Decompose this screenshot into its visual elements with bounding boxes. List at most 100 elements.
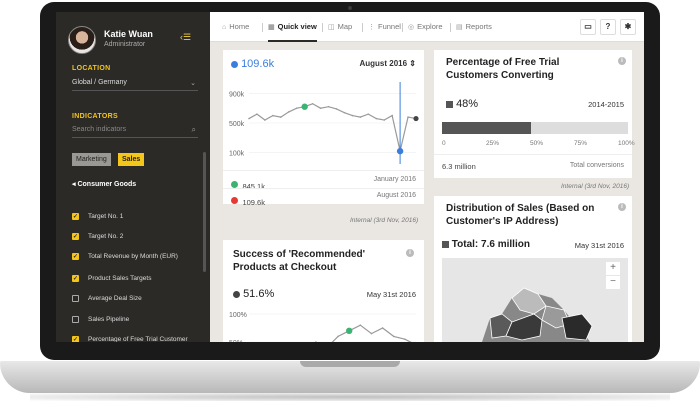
grid-icon: ▦ [268,24,275,31]
nav-label: Home [229,22,250,31]
date-select[interactable]: August 2016 ⇕ [359,59,416,68]
line-value-text: 109.6k [241,58,275,70]
indicator-label: Product Sales Targets [88,275,152,282]
data-point [335,108,338,110]
nav-separator [362,23,363,32]
info-icon[interactable]: i [618,203,626,211]
series-square [446,100,453,108]
nav-quick-view[interactable]: ▦ Quick view [268,12,317,42]
progress-tick-label: 50% [530,140,544,147]
nav-label: Reports [465,22,492,31]
search-input[interactable]: Search indicators ⌕ [72,125,198,138]
zoom-in-button[interactable]: + [606,262,620,275]
home-icon: ⌂ [222,24,227,31]
data-point [381,327,384,329]
nav-label: Map [337,22,353,31]
chevron-down-icon: ⌄ [190,80,196,87]
series-dot [231,60,238,68]
sales-total: Total: 7.6 million [442,239,530,250]
highlight-point[interactable] [301,103,308,110]
data-point [375,117,378,120]
search-placeholder: Search indicators [72,126,127,133]
trial-ticks: 0 25% 50% 75% 100% [442,140,635,150]
y-tick-label: 500k [229,121,245,128]
nav-map[interactable]: ◫ Map [328,12,352,42]
monitor-button[interactable]: ▭ [580,19,596,35]
legend-value-1: 845.1k [242,182,265,191]
tab-marketing[interactable]: Marketing [72,153,111,166]
legend-value-2: 109.6k [242,198,265,207]
checkbox-checked[interactable]: ✓ [72,336,79,342]
end-point[interactable] [413,115,419,122]
nav-home[interactable]: ⌂ Home [222,12,249,42]
germany-map [482,287,593,342]
info-icon[interactable]: i [406,249,414,257]
data-point [367,113,370,115]
data-point [248,117,250,120]
help-button[interactable]: ? [600,19,616,35]
legend-row-2: 109.6k August 2016 [231,192,416,210]
y-tick-label: 100k [229,151,245,158]
date-select-value: August 2016 [359,59,408,68]
checkbox-checked[interactable]: ✓ [72,233,79,240]
sales-map[interactable]: + − [442,258,628,342]
sort-icon: ⇕ [409,59,416,68]
settings-button[interactable]: ✱ [620,19,636,35]
highlight-point[interactable] [346,327,353,334]
data-point [319,107,322,109]
highlight-point[interactable] [396,147,404,155]
data-point [359,116,362,118]
checkbox-unchecked[interactable] [72,316,79,323]
nav-separator [322,23,323,32]
line-value: 109.6k [231,58,274,70]
data-point [264,119,266,121]
legend-date-1: January 2016 [373,176,416,183]
checkbox-unchecked[interactable] [72,295,79,302]
screen: Katie Wuan Administrator ‹☰ LOCATION Glo… [56,12,644,342]
data-point [391,114,393,117]
progress-tick-label: 25% [486,140,500,147]
trial-card-caption: Internal (3rd Nov, 2016) [561,183,630,190]
checkbox-checked[interactable]: ✓ [72,213,79,220]
nav-explore[interactable]: ◎ Explore [408,12,443,42]
recommended-date: May 31st 2016 [366,290,416,299]
group-title-label: Consumer Goods [77,181,137,188]
trial-value: 48% [446,98,478,110]
group-title[interactable]: ◂ Consumer Goods [72,180,136,188]
trial-total: 6.3 million [442,162,476,171]
trial-progress-fill [442,122,532,134]
data-point [315,341,317,342]
trial-card: Percentage of Free Trial Customers Conve… [434,50,635,178]
legend-dot-red [231,197,238,205]
trial-progress-track [442,122,628,134]
data-point [280,116,282,118]
recommended-value: 51.6% [233,288,274,300]
revenue-line-card: 109.6k August 2016 ⇕ 900k 500k 100k 845.1k… [223,50,424,207]
legend-date-2: August 2016 [376,192,416,199]
nav-funnel[interactable]: ⋮ Funnel [368,12,401,42]
data-point [383,119,385,121]
zoom-out-button[interactable]: − [606,276,620,289]
info-icon[interactable]: i [618,57,626,65]
sales-title: Distribution of Sales (Based on Customer… [446,203,595,227]
location-select[interactable]: Global / Germany ⌄ [72,79,198,91]
avatar [68,26,96,54]
divider [223,188,424,189]
sidebar-scrollbar[interactable] [203,152,206,272]
collapse-sidebar-icon[interactable]: ‹☰ [180,32,191,43]
nav-separator [262,23,263,32]
nav-label: Funnel [378,22,401,31]
line-card-caption: Internal (3rd Nov, 2016) [350,217,419,224]
checkbox-checked[interactable]: ✓ [72,253,79,260]
data-point [256,113,258,115]
trial-total-label: Total conversions [569,162,624,169]
tab-sales[interactable]: Sales [118,153,145,166]
y-tick-label: 900k [229,91,245,98]
data-point [351,114,354,117]
nav-reports[interactable]: ▤ Reports [456,12,492,42]
data-point [359,324,362,326]
checkbox-checked[interactable]: ✓ [72,275,79,282]
indicator-label: Sales Pipeline [88,316,130,323]
indicator-label: Total Revenue by Month (EUR) [88,253,178,260]
data-point [392,335,395,338]
